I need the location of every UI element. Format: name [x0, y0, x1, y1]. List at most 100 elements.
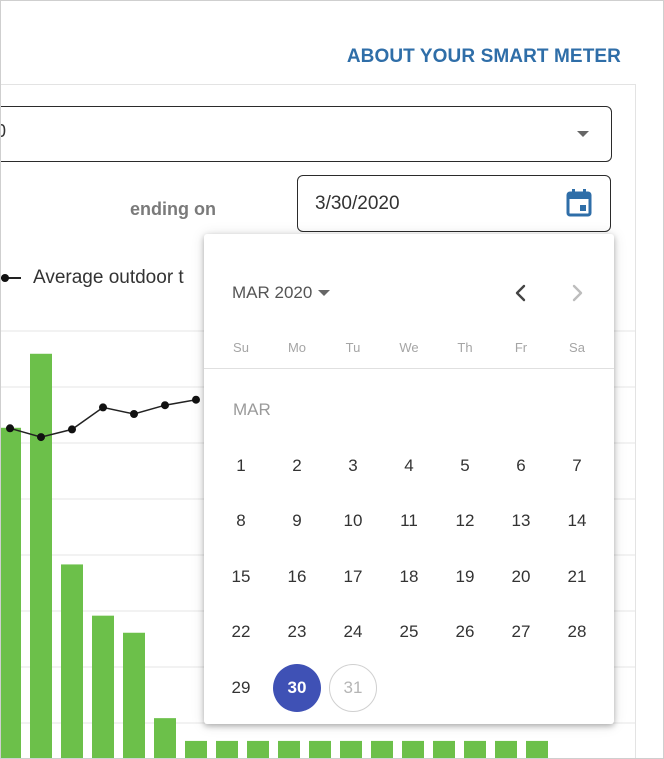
- calendar-day-label: 28: [567, 622, 587, 642]
- calendar-day-label: 27: [511, 622, 531, 642]
- calendar-day-21[interactable]: 21: [549, 549, 605, 605]
- weekday-fr: Fr: [514, 340, 528, 355]
- chevron-left-icon[interactable]: [506, 278, 536, 308]
- weekday-header-row: Su Mo Tu We Th Fr Sa: [213, 340, 605, 360]
- calendar-day-label: 29: [231, 677, 251, 697]
- usage-bar[interactable]: [278, 740, 300, 758]
- date-picker-header: MAR 2020: [204, 234, 614, 354]
- temperature-point[interactable]: [99, 403, 107, 412]
- usage-bar[interactable]: [309, 740, 331, 758]
- date-picker-popup: MAR 2020 Su Mo Tu We Th Fr Sa MAR 1 2 3 4 5 6 7 8 9 10 1…: [204, 234, 614, 724]
- divider: [204, 368, 614, 369]
- usage-bar[interactable]: [464, 740, 486, 758]
- usage-bar[interactable]: [495, 740, 517, 758]
- calendar-day-30[interactable]: 30: [269, 660, 325, 716]
- calendar-day-11[interactable]: 11: [381, 494, 437, 550]
- usage-bar[interactable]: [1, 427, 21, 758]
- month-year-select[interactable]: MAR 2020: [232, 283, 331, 303]
- chevron-right-icon[interactable]: [562, 278, 592, 308]
- calendar-day-label: 3: [348, 455, 358, 475]
- calendar-day-15[interactable]: 15: [213, 549, 269, 605]
- temperature-point[interactable]: [161, 401, 169, 410]
- calendar-day-label: 25: [399, 622, 419, 642]
- calendar-day-20[interactable]: 20: [493, 549, 549, 605]
- calendar-day-12[interactable]: 12: [437, 494, 493, 550]
- month-year-label: MAR 2020: [232, 283, 313, 302]
- usage-bar[interactable]: [402, 740, 424, 758]
- calendar-day-14[interactable]: 14: [549, 494, 605, 550]
- temperature-point[interactable]: [192, 395, 200, 404]
- calendar-day-27[interactable]: 27: [493, 605, 549, 661]
- calendar-day-13[interactable]: 13: [493, 494, 549, 550]
- calendar-days-grid: 1 2 3 4 5 6 7 8 9 10 11 12 13 14 15 16 17 18 19 20 21 22 23 24 2…: [213, 438, 605, 716]
- calendar-day-label: 12: [455, 511, 475, 531]
- calendar-day-22[interactable]: 22: [213, 605, 269, 661]
- calendar-day-label: 11: [400, 511, 418, 531]
- usage-bar[interactable]: [433, 740, 455, 758]
- calendar-day-label: 9: [292, 511, 302, 531]
- usage-bar[interactable]: [185, 740, 207, 758]
- calendar-day-label: 1: [236, 455, 246, 475]
- usage-bar[interactable]: [61, 564, 83, 758]
- weekday-we: We: [399, 340, 419, 355]
- calendar-month-label: MAR: [233, 400, 271, 419]
- calendar-day-label: 2: [292, 455, 302, 475]
- weekday-mo: Mo: [287, 340, 307, 355]
- calendar-day-label: 13: [511, 511, 531, 531]
- calendar-day-label: 23: [287, 622, 307, 642]
- legend-line-marker: [1, 274, 21, 282]
- calendar-day-5[interactable]: 5: [437, 438, 493, 494]
- usage-bar[interactable]: [30, 353, 52, 758]
- calendar-day-label: 21: [567, 566, 587, 586]
- calendar-day-8[interactable]: 8: [213, 494, 269, 550]
- usage-bar[interactable]: [526, 740, 548, 758]
- calendar-day-26[interactable]: 26: [437, 605, 493, 661]
- calendar-day-18[interactable]: 18: [381, 549, 437, 605]
- calendar-day-2[interactable]: 2: [269, 438, 325, 494]
- calendar-day-9[interactable]: 9: [269, 494, 325, 550]
- chevron-down-icon: [318, 290, 331, 296]
- weekday-tu: Tu: [345, 340, 361, 355]
- temperature-point[interactable]: [130, 410, 138, 418]
- calendar-day-10[interactable]: 10: [325, 494, 381, 550]
- calendar-day-label: 10: [343, 511, 363, 531]
- calendar-day-28[interactable]: 28: [549, 605, 605, 661]
- app-frame: ABOUT YOUR SMART METER 0 ending on 3/30/…: [0, 0, 664, 759]
- calendar-day-7[interactable]: 7: [549, 438, 605, 494]
- usage-bar[interactable]: [154, 718, 176, 758]
- weekday-sa: Sa: [569, 340, 585, 355]
- weekday-su: Su: [233, 340, 249, 355]
- calendar-day-label: 15: [231, 566, 251, 586]
- usage-bar[interactable]: [216, 740, 238, 758]
- usage-bar[interactable]: [371, 740, 393, 758]
- usage-bar[interactable]: [123, 632, 145, 758]
- calendar-day-label: 18: [399, 566, 419, 586]
- calendar-day-3[interactable]: 3: [325, 438, 381, 494]
- calendar-day-24[interactable]: 24: [325, 605, 381, 661]
- calendar-day-16[interactable]: 16: [269, 549, 325, 605]
- calendar-day-23[interactable]: 23: [269, 605, 325, 661]
- calendar-day-label: 6: [516, 455, 526, 475]
- calendar-day-label: 7: [572, 455, 582, 475]
- calendar-day-4[interactable]: 4: [381, 438, 437, 494]
- usage-bar[interactable]: [340, 740, 362, 758]
- calendar-day-label: 30: [273, 663, 321, 712]
- calendar-day-31[interactable]: 31: [325, 660, 381, 716]
- calendar-day-label: 8: [236, 511, 246, 531]
- calendar-day-19[interactable]: 19: [437, 549, 493, 605]
- calendar-day-25[interactable]: 25: [381, 605, 437, 661]
- calendar-day-label: 22: [231, 622, 251, 642]
- calendar-day-1[interactable]: 1: [213, 438, 269, 494]
- calendar-day-label: 19: [455, 566, 475, 586]
- calendar-day-label: 31: [329, 663, 377, 712]
- calendar-day-29[interactable]: 29: [213, 660, 269, 716]
- calendar-day-label: 16: [287, 566, 307, 586]
- temperature-point[interactable]: [6, 424, 14, 433]
- temperature-point[interactable]: [68, 425, 76, 434]
- temperature-point[interactable]: [37, 433, 45, 442]
- calendar-day-17[interactable]: 17: [325, 549, 381, 605]
- calendar-day-label: 20: [511, 566, 531, 586]
- calendar-day-6[interactable]: 6: [493, 438, 549, 494]
- usage-bar[interactable]: [92, 615, 114, 758]
- usage-bar[interactable]: [247, 740, 269, 758]
